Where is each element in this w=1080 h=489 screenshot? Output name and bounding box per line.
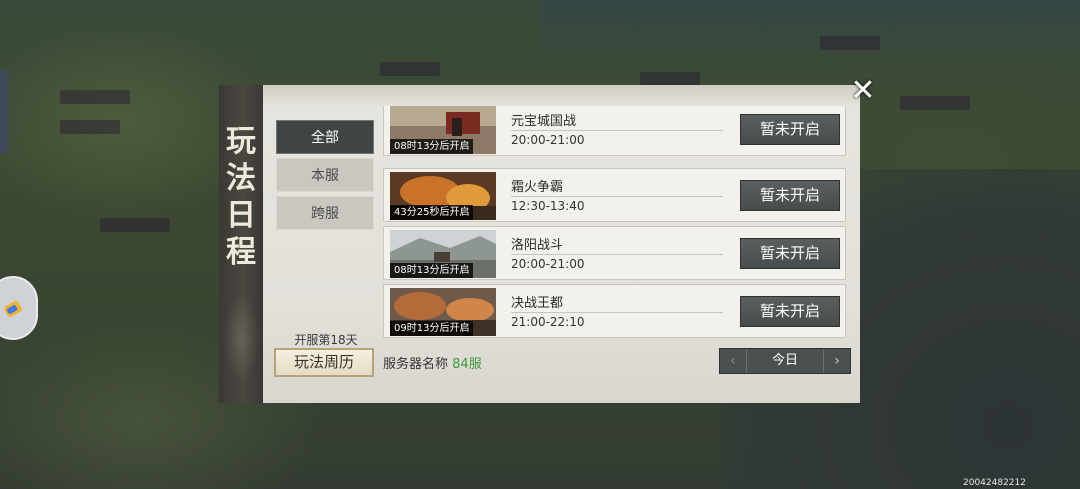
event-time: 20:00-21:00 — [511, 133, 585, 147]
event-countdown: 08时13分后开启 — [390, 139, 474, 154]
tab-local-server[interactable]: 本服 — [276, 158, 374, 192]
event-thumbnail: 08时13分后开启 — [390, 230, 496, 278]
event-name: 元宝城国战 — [511, 114, 577, 129]
map-city-label — [100, 218, 170, 232]
event-row: 08时13分后开启 元宝城国战 20:00-21:00 暂未开启 — [383, 106, 846, 156]
event-thumbnail: 08时13分后开启 — [390, 106, 496, 154]
map-city-label — [60, 120, 120, 134]
event-status-button[interactable]: 暂未开启 — [740, 180, 840, 211]
event-name: 决战王都 — [511, 296, 564, 311]
event-status-button[interactable]: 暂未开启 — [740, 238, 840, 269]
event-divider — [511, 254, 723, 255]
event-countdown: 09时13分后开启 — [390, 321, 474, 336]
map-city-label — [380, 62, 440, 76]
chevron-right-icon[interactable]: › — [823, 349, 850, 373]
map-city-label — [640, 72, 700, 86]
event-countdown: 08时13分后开启 — [390, 263, 474, 278]
gamepad-icon — [4, 300, 22, 318]
weekly-calendar-button[interactable]: 玩法周历 — [274, 348, 374, 377]
chevron-left-icon[interactable]: ‹ — [720, 349, 747, 373]
event-divider — [511, 312, 723, 313]
player-id-watermark: 20042482212 — [963, 478, 1026, 488]
floating-assist-button[interactable] — [0, 276, 38, 340]
map-city-label — [820, 36, 880, 50]
event-name: 洛阳战斗 — [511, 238, 564, 253]
event-time: 12:30-13:40 — [511, 199, 585, 213]
side-dock-handle[interactable] — [0, 70, 8, 154]
today-label[interactable]: 今日 — [746, 349, 824, 373]
event-time: 21:00-22:10 — [511, 315, 585, 329]
event-divider — [511, 130, 723, 131]
event-thumbnail: 43分25秒后开启 — [390, 172, 496, 220]
event-countdown: 43分25秒后开启 — [390, 205, 474, 220]
event-row: 43分25秒后开启 霜火争霸 12:30-13:40 暂未开启 — [383, 168, 846, 222]
server-open-days: 开服第18天 — [294, 333, 358, 347]
event-list[interactable]: 08时13分后开启 元宝城国战 20:00-21:00 暂未开启 43分25秒后… — [383, 106, 848, 344]
event-time: 20:00-21:00 — [511, 257, 585, 271]
close-icon[interactable]: ✕ — [848, 76, 878, 106]
server-name: 服务器名称 84服 — [383, 353, 482, 372]
tab-cross-server[interactable]: 跨服 — [276, 196, 374, 230]
tab-all[interactable]: 全部 — [276, 120, 374, 154]
event-divider — [511, 196, 723, 197]
event-row: 08时13分后开启 洛阳战斗 20:00-21:00 暂未开启 — [383, 226, 846, 280]
panel-title: 玩法日程 — [226, 124, 256, 270]
event-status-button[interactable]: 暂未开启 — [740, 296, 840, 327]
banner-decoration — [223, 293, 259, 383]
event-row: 09时13分后开启 决战王都 21:00-22:10 暂未开启 — [383, 284, 846, 338]
event-name: 霜火争霸 — [511, 180, 564, 195]
map-river — [540, 0, 1080, 60]
map-city-label — [900, 96, 970, 110]
server-name-label: 服务器名称 — [383, 357, 449, 372]
event-status-button[interactable]: 暂未开启 — [740, 114, 840, 145]
event-thumbnail: 09时13分后开启 — [390, 288, 496, 336]
title-banner: 玩法日程 — [219, 85, 265, 403]
date-navigator: ‹ 今日 › — [719, 348, 851, 374]
server-name-value: 84服 — [452, 357, 482, 372]
map-city-label — [60, 90, 130, 104]
